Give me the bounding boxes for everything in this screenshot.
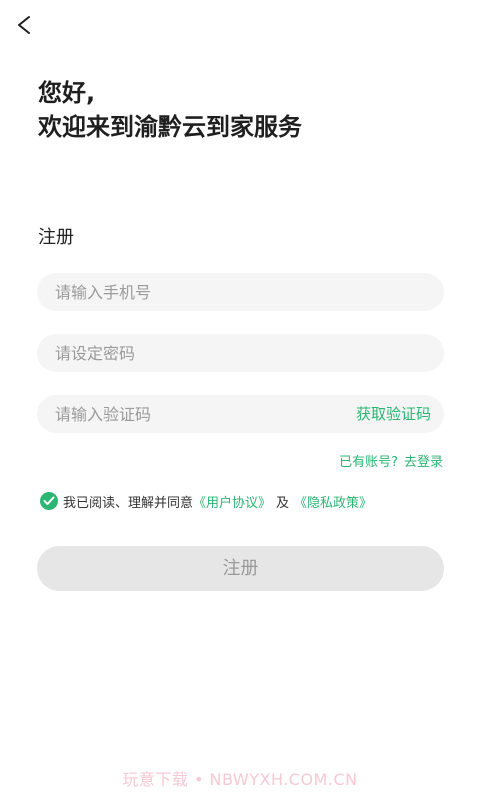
- user-agreement-link[interactable]: 《用户协议》: [193, 492, 271, 511]
- phone-input[interactable]: [55, 273, 335, 311]
- checkbox-checked-icon[interactable]: [40, 492, 58, 510]
- chevron-left-icon: [18, 16, 30, 34]
- password-field: [37, 334, 444, 372]
- agreement-text: 我已阅读、理解并同意: [63, 495, 194, 511]
- verification-code-field: 获取验证码: [37, 395, 444, 433]
- back-button[interactable]: [10, 10, 40, 40]
- get-code-button[interactable]: 获取验证码: [356, 395, 431, 433]
- agreement-and-text: 及: [276, 495, 290, 511]
- agreement-row: 我已阅读、理解并同意 《用户协议》 及 《隐私政策》: [40, 492, 372, 511]
- password-input[interactable]: [55, 334, 335, 372]
- greeting-heading: 您好, 欢迎来到渝黔云到家服务: [38, 76, 302, 144]
- login-link[interactable]: 已有账号? 去登录: [339, 451, 443, 470]
- watermark: 玩意下载 • NBWYXH.COM.CN: [122, 770, 358, 789]
- form-title: 注册: [38, 227, 74, 248]
- greeting-line-2: 欢迎来到渝黔云到家服务: [38, 113, 302, 141]
- privacy-policy-link[interactable]: 《隐私政策》: [294, 492, 372, 511]
- verification-code-input[interactable]: [55, 395, 335, 433]
- register-button[interactable]: 注册: [37, 546, 444, 591]
- login-label[interactable]: 去登录: [404, 455, 443, 470]
- has-account-label: 已有账号?: [339, 455, 398, 470]
- phone-field: [37, 273, 444, 311]
- greeting-line-1: 您好,: [38, 79, 96, 107]
